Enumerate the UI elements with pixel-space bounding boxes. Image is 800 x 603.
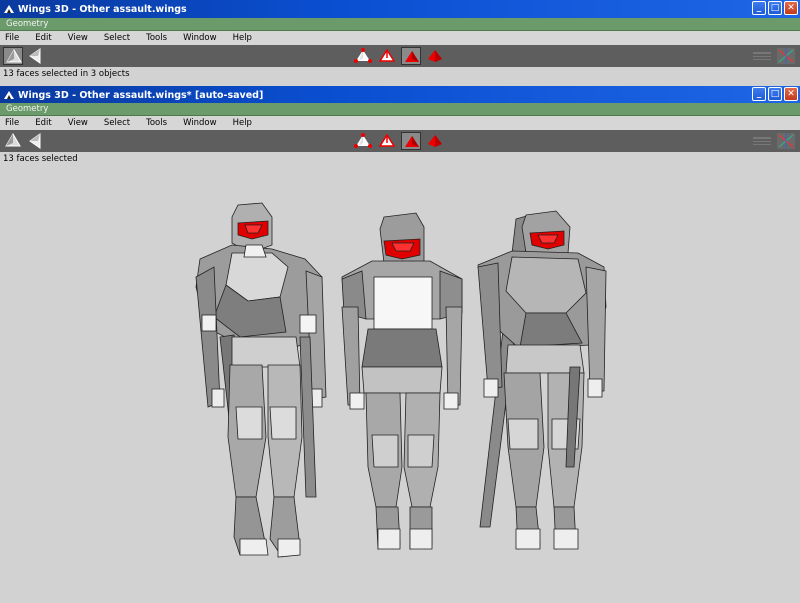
- body-mode-icon[interactable]: [425, 132, 445, 150]
- menu-file[interactable]: File: [0, 33, 19, 43]
- window1-mode-strip: Geometry: [0, 18, 800, 31]
- window2-status: 13 faces selected: [3, 154, 78, 164]
- maximize-button[interactable]: □: [768, 1, 782, 15]
- robot-model-right[interactable]: [477, 210, 607, 550]
- 3d-viewport[interactable]: [0, 167, 800, 600]
- maximize-button[interactable]: □: [768, 87, 782, 101]
- menu-view[interactable]: View: [63, 118, 88, 128]
- robot-model-left[interactable]: [195, 202, 327, 558]
- window2-menu-bar: File Edit View Select Tools Window Help: [0, 116, 800, 130]
- menu-select[interactable]: Select: [99, 118, 130, 128]
- wings-app-icon: [3, 3, 15, 15]
- vertex-mode-icon[interactable]: [353, 47, 373, 65]
- window2-title: Wings 3D - Other assault.wings* [auto-sa…: [18, 89, 264, 101]
- window1-status: 13 faces selected in 3 objects: [3, 69, 130, 79]
- menu-select[interactable]: Select: [99, 33, 130, 43]
- window1-title-bar[interactable]: Wings 3D - Other assault.wings _ □ ✕: [0, 0, 800, 18]
- menu-window[interactable]: Window: [178, 33, 217, 43]
- menu-help[interactable]: Help: [228, 33, 252, 43]
- axes-icon[interactable]: [776, 132, 796, 150]
- minimize-button[interactable]: _: [752, 1, 766, 15]
- window1-mode-label: Geometry: [6, 19, 49, 29]
- minimize-button[interactable]: _: [752, 87, 766, 101]
- menu-view[interactable]: View: [63, 33, 88, 43]
- menu-edit[interactable]: Edit: [30, 33, 51, 43]
- grid-icon[interactable]: [752, 132, 772, 150]
- close-button[interactable]: ✕: [784, 1, 798, 15]
- window1-toolbar: [0, 45, 800, 67]
- menu-tools[interactable]: Tools: [141, 33, 167, 43]
- menu-window[interactable]: Window: [178, 118, 217, 128]
- face-mode-icon[interactable]: [401, 132, 421, 150]
- menu-tools[interactable]: Tools: [141, 118, 167, 128]
- menu-help[interactable]: Help: [228, 118, 252, 128]
- window2-mode-strip: Geometry: [0, 103, 800, 116]
- wireframe-icon[interactable]: [26, 47, 46, 65]
- window1-menu-bar: File Edit View Select Tools Window Help: [0, 31, 800, 45]
- vertex-mode-icon[interactable]: [353, 132, 373, 150]
- robot-model-center[interactable]: [341, 212, 463, 550]
- axes-icon[interactable]: [776, 47, 796, 65]
- smooth-shading-icon[interactable]: [3, 132, 23, 150]
- edge-mode-icon[interactable]: [377, 47, 397, 65]
- edge-mode-icon[interactable]: [377, 132, 397, 150]
- grid-icon[interactable]: [752, 47, 772, 65]
- window1-title: Wings 3D - Other assault.wings: [18, 3, 187, 15]
- window2-mode-label: Geometry: [6, 104, 49, 114]
- window2-toolbar: [0, 130, 800, 152]
- wireframe-icon[interactable]: [26, 132, 46, 150]
- window2-title-bar[interactable]: Wings 3D - Other assault.wings* [auto-sa…: [0, 86, 800, 104]
- menu-edit[interactable]: Edit: [30, 118, 51, 128]
- menu-file[interactable]: File: [0, 118, 19, 128]
- wings-app-icon: [3, 89, 15, 101]
- body-mode-icon[interactable]: [425, 47, 445, 65]
- face-mode-icon[interactable]: [401, 47, 421, 65]
- close-button[interactable]: ✕: [784, 87, 798, 101]
- smooth-shading-icon[interactable]: [3, 47, 23, 65]
